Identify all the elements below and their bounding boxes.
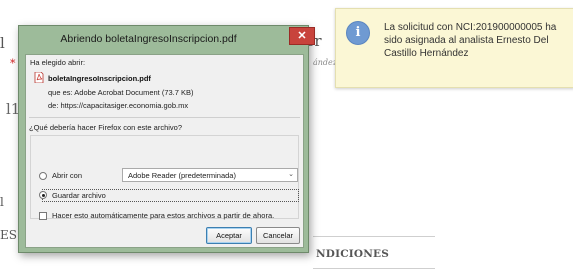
open-with-label[interactable]: Abrir con (52, 171, 82, 180)
notification-message: La solicitud con NCI:201900000005 ha sid… (384, 22, 557, 59)
dialog-body: Ha elegido abrir: boletaIngresoInscripci… (25, 54, 304, 248)
auto-action-checkbox[interactable] (39, 212, 47, 220)
background-text-fragment: ES (0, 228, 17, 242)
cancel-button[interactable]: Cancelar (256, 227, 300, 244)
application-select-value: Adobe Reader (predeterminada) (128, 171, 236, 180)
close-button[interactable]: ✕ (289, 27, 315, 45)
dialog-title: Abriendo boletaIngresoInscripcion.pdf (60, 33, 237, 45)
open-with-radio[interactable] (39, 172, 47, 180)
background-text-fragment: l (0, 195, 4, 209)
accept-button[interactable]: Aceptar (206, 227, 252, 244)
file-name: boletaIngresoInscripcion.pdf (48, 74, 151, 83)
radio-selected-dot (41, 193, 45, 197)
file-open-dialog: Abriendo boletaIngresoInscripcion.pdf ✕ … (18, 25, 315, 253)
action-question: ¿Qué debería hacer Firefox con este arch… (29, 123, 182, 132)
save-file-radio[interactable] (39, 191, 47, 199)
file-source: de: https://capacitasiger.economia.gob.m… (48, 101, 189, 110)
chevron-down-icon: ⌄ (288, 170, 294, 178)
save-file-label[interactable]: Guardar archivo (52, 191, 106, 200)
conditions-heading: NDICIONES (316, 248, 390, 260)
separator (29, 117, 300, 118)
assignment-notification[interactable]: i La solicitud con NCI:201900000005 ha s… (335, 8, 573, 88)
dialog-titlebar[interactable]: Abriendo boletaIngresoInscripcion.pdf (19, 26, 308, 54)
application-select[interactable]: Adobe Reader (predeterminada) ⌄ (122, 168, 298, 182)
file-type: que es: Adobe Acrobat Document (73.7 KB) (48, 88, 194, 97)
section-divider (313, 236, 435, 237)
section-divider (313, 268, 435, 269)
background-text-fragment: l (0, 34, 5, 52)
auto-action-label[interactable]: Hacer esto automáticamente para estos ar… (52, 211, 274, 220)
chosen-label: Ha elegido abrir: (30, 58, 86, 67)
required-asterisk: * (10, 57, 16, 70)
pdf-icon (34, 72, 44, 83)
info-icon: i (346, 21, 370, 45)
